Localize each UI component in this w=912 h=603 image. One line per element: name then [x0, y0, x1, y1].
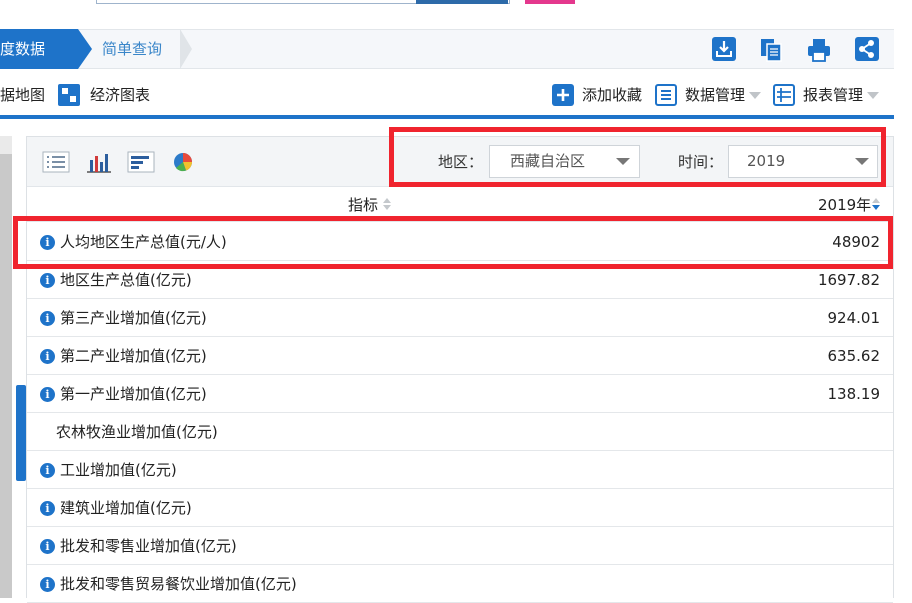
- row-label: 第三产业增加值(亿元): [60, 309, 207, 327]
- row-label: 批发和零售贸易餐饮业增加值(亿元): [60, 575, 297, 593]
- report-manage-button[interactable]: 报表管理: [803, 84, 863, 106]
- row-label: 第一产业增加值(亿元): [60, 385, 207, 403]
- info-icon[interactable]: i: [40, 539, 55, 554]
- copy-icon[interactable]: [758, 37, 784, 63]
- left-panel-edge: [0, 136, 12, 598]
- row-value: 138.19: [827, 385, 881, 403]
- download-icon[interactable]: [712, 37, 736, 61]
- left-panel-collapse[interactable]: [0, 136, 12, 154]
- panel-resize-handle[interactable]: [16, 385, 26, 481]
- column-header-indicator[interactable]: 指标: [348, 194, 378, 216]
- info-icon[interactable]: i: [40, 463, 55, 478]
- row-value: 1697.82: [817, 271, 880, 289]
- toolbar-economic-chart-link[interactable]: 经济图表: [90, 84, 150, 106]
- info-icon[interactable]: i: [40, 387, 55, 402]
- chart-icon[interactable]: [58, 84, 80, 106]
- row-label: 第二产业增加值(亿元): [60, 347, 207, 365]
- info-icon[interactable]: i: [40, 311, 55, 326]
- column-header-year[interactable]: 2019年: [818, 194, 871, 216]
- top-pink-button[interactable]: [525, 0, 575, 4]
- breadcrumb-item-data[interactable]: 度数据: [0, 29, 78, 69]
- row-label: 建筑业增加值(亿元): [60, 499, 192, 517]
- row-value: 924.01: [827, 309, 881, 327]
- breadcrumb-arrow: [180, 29, 192, 69]
- info-icon[interactable]: i: [40, 577, 55, 592]
- row-label: 工业增加值(亿元): [60, 461, 177, 479]
- print-icon[interactable]: [806, 37, 832, 63]
- info-icon[interactable]: i: [40, 273, 55, 288]
- breadcrumb-item-simple-query[interactable]: 简单查询: [102, 29, 162, 69]
- highlight-box-row: [13, 216, 893, 269]
- report-manage-icon[interactable]: [773, 84, 795, 106]
- list-view-icon[interactable]: [42, 150, 70, 174]
- info-icon[interactable]: i: [40, 349, 55, 364]
- info-icon[interactable]: i: [40, 501, 55, 516]
- sort-down-icon[interactable]: [383, 205, 391, 210]
- data-manage-button[interactable]: 数据管理: [685, 84, 745, 106]
- chevron-down-icon[interactable]: [867, 92, 879, 99]
- row-value: 635.62: [827, 347, 881, 365]
- bar-chart-view-icon[interactable]: [85, 150, 113, 174]
- sort-up-icon[interactable]: [383, 198, 391, 203]
- add-favorite-icon[interactable]: [552, 84, 574, 106]
- row-label: 地区生产总值(亿元): [60, 271, 192, 289]
- horizontal-bar-view-icon[interactable]: [127, 150, 155, 174]
- sort-down-icon[interactable]: [872, 205, 880, 210]
- row-label: 农林牧渔业增加值(亿元): [56, 423, 218, 441]
- share-icon[interactable]: [855, 37, 879, 61]
- highlight-box-filters: [389, 127, 886, 187]
- row-label: 批发和零售业增加值(亿元): [60, 537, 237, 555]
- breadcrumb-arrow: [78, 29, 92, 69]
- chevron-down-icon[interactable]: [749, 92, 761, 99]
- sort-up-icon[interactable]: [872, 198, 880, 203]
- data-manage-icon[interactable]: [655, 84, 677, 106]
- pie-chart-view-icon[interactable]: [170, 150, 198, 174]
- add-favorite-button[interactable]: 添加收藏: [582, 84, 642, 106]
- toolbar-map-link[interactable]: 据地图: [0, 84, 45, 106]
- top-search-button[interactable]: [416, 0, 508, 4]
